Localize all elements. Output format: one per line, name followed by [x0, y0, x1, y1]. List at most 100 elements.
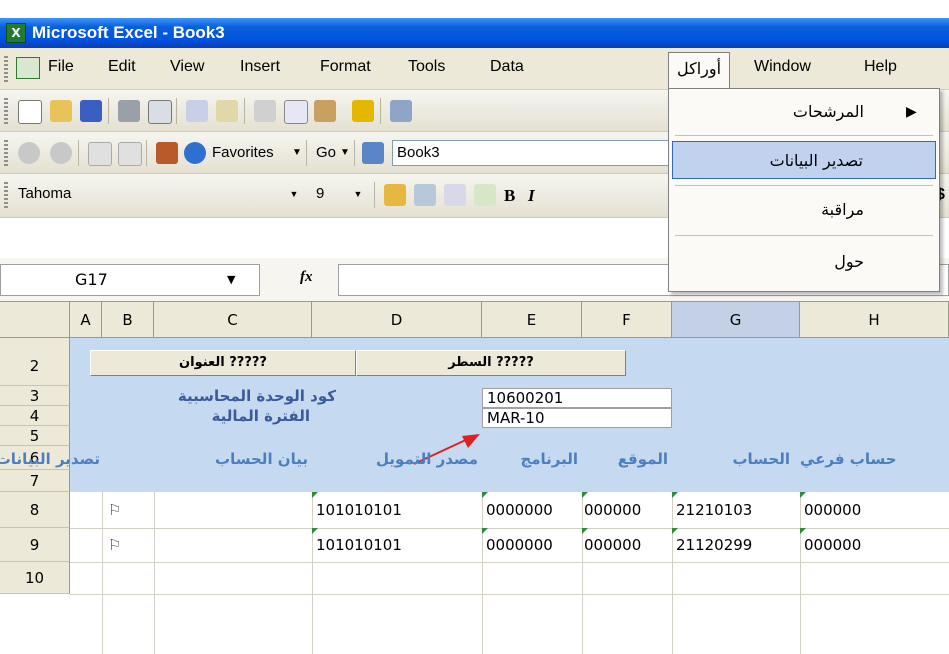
column-header-f[interactable]: F	[582, 302, 672, 338]
chevron-down-icon[interactable]: ▼	[340, 147, 350, 158]
column-header-a[interactable]: A	[70, 302, 102, 338]
header-sub-account: حساب فرعي	[800, 450, 897, 468]
cell-f8[interactable]: 000000	[582, 492, 672, 528]
bold-button[interactable]: B	[504, 186, 515, 206]
name-box[interactable]: G17 ▼	[0, 264, 260, 296]
row-header-9[interactable]: 9	[0, 528, 70, 562]
save-icon[interactable]	[80, 100, 102, 122]
undo-icon[interactable]	[390, 100, 412, 122]
favorites-menu[interactable]: Favorites	[212, 144, 274, 161]
form-icon[interactable]	[474, 184, 496, 206]
italic-button[interactable]: I	[528, 186, 535, 206]
toolbar-grip[interactable]	[4, 98, 8, 124]
row-header-5[interactable]: 5	[0, 426, 70, 446]
format-toolbar-grip[interactable]	[4, 182, 8, 208]
column-header-h[interactable]: H	[800, 302, 949, 338]
address-field[interactable]: Book3	[392, 140, 682, 166]
title-button[interactable]: العنوان ?????	[90, 350, 356, 376]
period-value[interactable]: MAR-10	[482, 408, 672, 428]
header-location: الموقع	[617, 450, 668, 468]
menu-item-export-data[interactable]: تصدير البيانات	[672, 141, 936, 179]
row-header-4[interactable]: 4	[0, 406, 70, 426]
header-account: الحساب	[732, 450, 790, 468]
row-header-8[interactable]: 8	[0, 492, 70, 528]
row-header-3[interactable]: 3	[0, 386, 70, 406]
header-funding: مصدر التمويل	[376, 450, 478, 468]
excel-icon[interactable]: X	[6, 23, 26, 43]
font-name-box[interactable]: Tahoma ▼	[14, 182, 304, 208]
show-only-web-toolbar-icon[interactable]	[362, 142, 384, 164]
workbook-icon[interactable]	[16, 57, 40, 79]
chevron-down-icon[interactable]: ▼	[292, 147, 302, 158]
calculator-icon[interactable]	[414, 184, 436, 206]
line-button[interactable]: السطر ?????	[356, 350, 626, 376]
menu-tools[interactable]: Tools	[408, 58, 445, 76]
row-header-10[interactable]: 10	[0, 562, 70, 594]
eraser-icon[interactable]	[444, 184, 466, 206]
cell-g8[interactable]: 21210103	[672, 492, 800, 528]
go-menu[interactable]: Go	[316, 144, 336, 161]
menu-window[interactable]: Window	[754, 58, 811, 76]
copy-icon[interactable]	[284, 100, 308, 124]
cell-d8[interactable]: 101010101	[312, 492, 482, 528]
menu-data[interactable]: Data	[490, 58, 524, 76]
select-all-corner[interactable]	[0, 302, 70, 338]
header-program: البرنامج	[520, 450, 578, 468]
cell-f9[interactable]: 000000	[582, 528, 672, 562]
worksheet: A B C D E F G H 2 3 4 5 6 7 8 9 10 10600…	[0, 302, 949, 654]
open-icon[interactable]	[50, 100, 72, 122]
column-header-e[interactable]: E	[482, 302, 582, 338]
menu-view[interactable]: View	[170, 58, 204, 76]
title-bar: X Microsoft Excel - Book3	[0, 18, 949, 48]
menu-oracle[interactable]: أوراكل	[668, 52, 731, 93]
menubar-grip[interactable]	[4, 56, 8, 82]
menu-item-about[interactable]: حول	[672, 243, 936, 281]
spelling-icon[interactable]	[186, 100, 208, 122]
back-icon[interactable]	[18, 142, 40, 164]
menu-item-filters[interactable]: المرشحات ▶	[672, 93, 936, 131]
menu-format[interactable]: Format	[320, 58, 371, 76]
column-header-c[interactable]: C	[154, 302, 312, 338]
web-toolbar-grip[interactable]	[4, 140, 8, 166]
print-preview-icon[interactable]	[148, 100, 172, 124]
cell-h9[interactable]: 000000	[800, 528, 949, 562]
insert-function-icon[interactable]: fx	[300, 269, 313, 286]
cell-d9[interactable]: 101010101	[312, 528, 482, 562]
row-header-7[interactable]: 7	[0, 470, 70, 492]
submenu-arrow-icon: ▶	[906, 104, 917, 120]
paste-icon[interactable]	[314, 100, 336, 122]
column-header-b[interactable]: B	[102, 302, 154, 338]
cell-e9[interactable]: 0000000	[482, 528, 582, 562]
new-icon[interactable]	[18, 100, 42, 124]
cell-e8[interactable]: 0000000	[482, 492, 582, 528]
search-web-icon[interactable]	[184, 142, 206, 164]
unit-code-value[interactable]: 10600201	[482, 388, 672, 408]
menu-file[interactable]: File	[48, 58, 74, 76]
cell-g9[interactable]: 21120299	[672, 528, 800, 562]
menu-insert[interactable]: Insert	[240, 58, 280, 76]
column-header-g[interactable]: G	[672, 302, 800, 338]
home-icon[interactable]	[156, 142, 178, 164]
chevron-down-icon[interactable]: ▼	[227, 273, 235, 286]
font-size-box[interactable]: 9 ▼	[312, 182, 368, 208]
cut-icon[interactable]	[254, 100, 276, 122]
format-painter-icon[interactable]	[352, 100, 374, 122]
stop-icon[interactable]	[88, 142, 112, 166]
chevron-down-icon[interactable]: ▼	[286, 185, 302, 203]
menu-edit[interactable]: Edit	[108, 58, 136, 76]
print-icon[interactable]	[118, 100, 140, 122]
flag-icon[interactable]: ⚐	[104, 492, 152, 528]
refresh-icon[interactable]	[118, 142, 142, 166]
unit-code-label: كود الوحدة المحاسبية	[177, 387, 336, 405]
chevron-down-icon[interactable]: ▼	[350, 185, 366, 203]
column-header-d[interactable]: D	[312, 302, 482, 338]
forward-icon[interactable]	[50, 142, 72, 164]
menu-help[interactable]: Help	[864, 58, 897, 76]
row-header-2[interactable]: 2	[0, 338, 70, 386]
cell-h8[interactable]: 000000	[800, 492, 949, 528]
header-account-desc: بيان الحساب	[215, 450, 308, 468]
research-icon[interactable]	[216, 100, 238, 122]
menu-item-monitor[interactable]: مراقبة	[672, 191, 936, 229]
flag-icon[interactable]: ⚐	[104, 528, 152, 562]
user-icon[interactable]	[384, 184, 406, 206]
